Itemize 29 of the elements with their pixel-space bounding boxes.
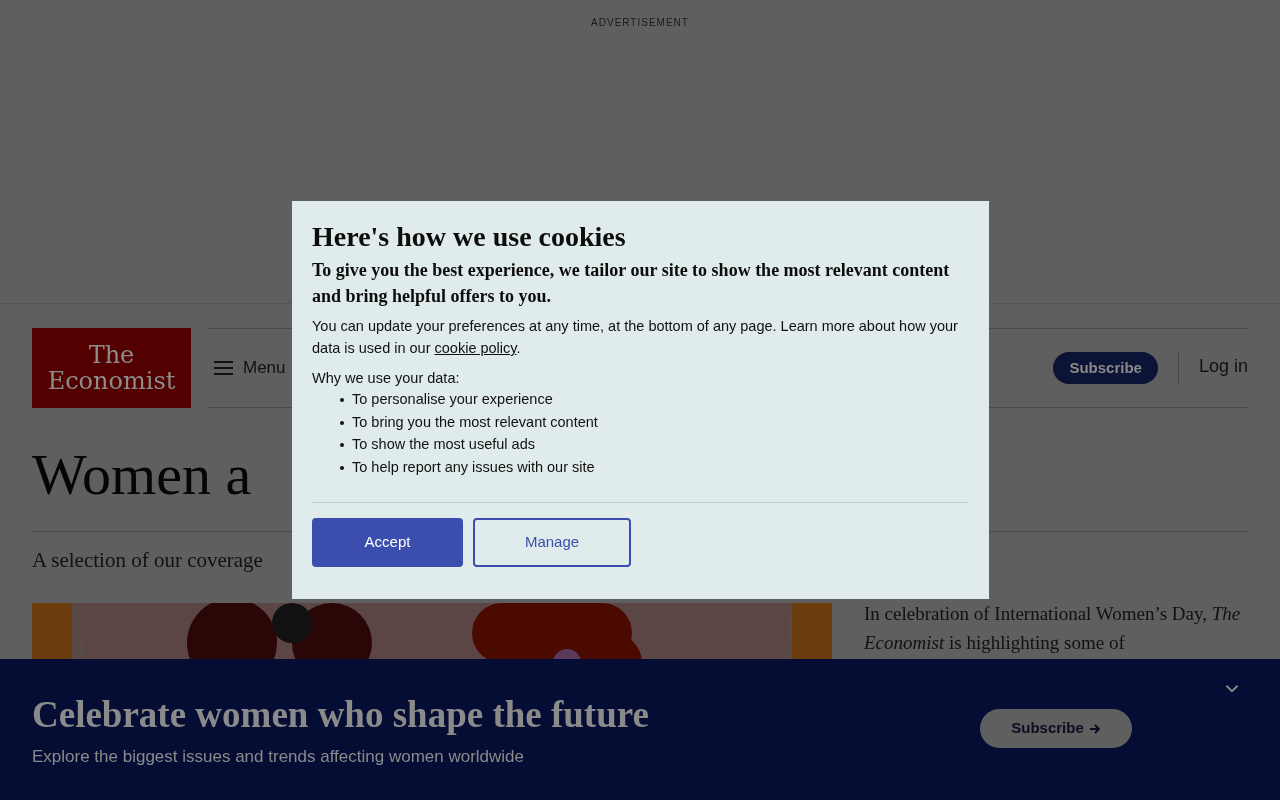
logo[interactable]: The Economist bbox=[32, 328, 191, 408]
dialog-lead: To give you the best experience, we tailor our site to show the most relevant content and bring helpful offers to you. bbox=[312, 259, 951, 308]
reason-item: To show the most useful ads bbox=[352, 435, 535, 455]
cookie-policy-link[interactable]: cookie policy bbox=[434, 340, 517, 356]
menu-button[interactable]: Menu bbox=[214, 355, 286, 381]
manage-button[interactable]: Manage bbox=[473, 518, 631, 567]
intro-paragraph: In celebration of International Women’s Day, The Economist is highlighting some of bbox=[864, 602, 1242, 655]
reason-item: To bring you the most relevant content bbox=[352, 412, 598, 432]
banner-text: Explore the biggest issues and trends affecting women worldwide bbox=[32, 746, 525, 768]
banner-title: Celebrate women who shape the future bbox=[32, 693, 649, 737]
reasons-heading: Why we use your data: bbox=[312, 369, 461, 388]
arrow-right-icon bbox=[1088, 722, 1101, 735]
accept-button[interactable]: Accept bbox=[312, 518, 463, 567]
chevron-down-icon[interactable] bbox=[1224, 683, 1240, 694]
subscribe-button[interactable]: Subscribe bbox=[980, 709, 1132, 748]
bullet-icon bbox=[340, 398, 344, 403]
bullet-icon bbox=[340, 443, 344, 448]
menu-icon bbox=[214, 361, 233, 375]
bullet-icon bbox=[340, 420, 344, 425]
page-subtitle: A selection of our coverage bbox=[32, 546, 263, 574]
advertisement-label: ADVERTISEMENT bbox=[591, 16, 689, 29]
reason-item: To help report any issues with our site bbox=[352, 457, 595, 477]
dialog-text: You can update your preferences at any time, at the bottom of any page. Learn more about how your data is used in our cookie policy. bbox=[312, 317, 959, 358]
subscribe-button[interactable]: Subscribe bbox=[1053, 352, 1158, 384]
page-title: Women a bbox=[32, 441, 252, 509]
reason-item: To personalise your experience bbox=[352, 390, 553, 410]
login-link[interactable]: Log in bbox=[1198, 352, 1248, 380]
bullet-icon bbox=[340, 465, 344, 470]
dialog-title: Here's how we use cookies bbox=[312, 220, 627, 254]
